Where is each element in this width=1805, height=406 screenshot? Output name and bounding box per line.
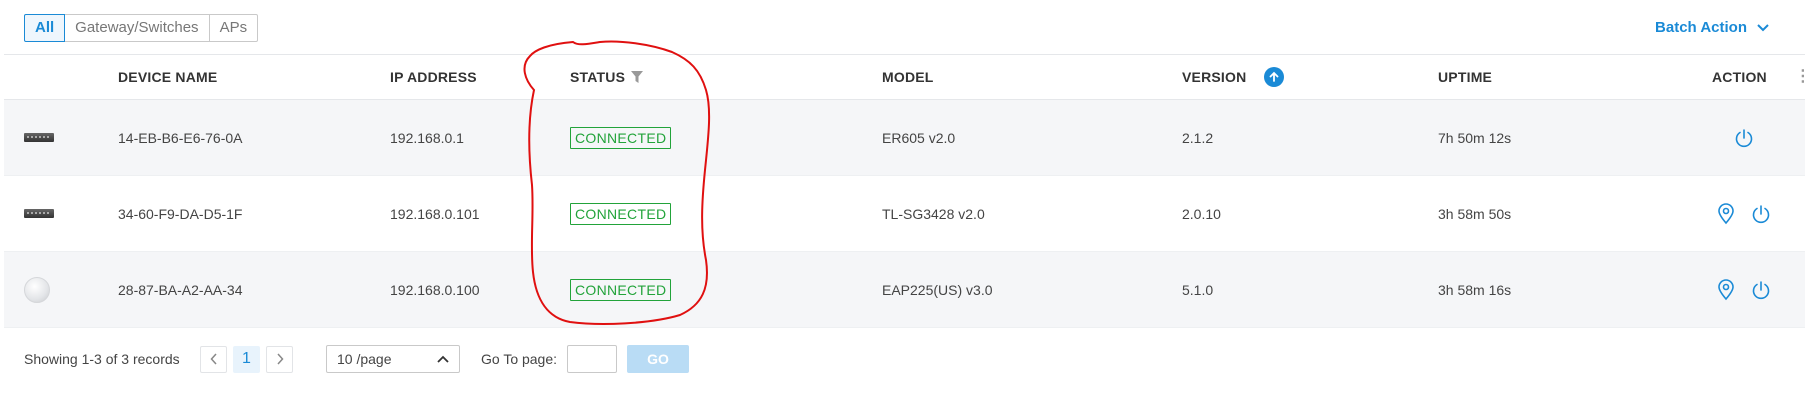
next-page-button[interactable] — [266, 345, 293, 373]
device-type-filter: All Gateway/Switches APs — [24, 14, 259, 42]
filter-tab-all[interactable]: All — [24, 14, 66, 42]
device-name: 28-87-BA-A2-AA-34 — [118, 281, 243, 298]
status-badge: CONNECTED — [570, 278, 672, 301]
model: TL-SG3428 v2.0 — [882, 205, 985, 222]
devices-panel: All Gateway/Switches APs Batch Action DE… — [0, 0, 1805, 406]
version: 2.1.2 — [1182, 129, 1214, 146]
uptime: 3h 58m 16s — [1438, 281, 1512, 298]
column-header-status-label: STATUS — [570, 69, 626, 85]
row-actions — [1694, 176, 1794, 251]
records-summary: Showing 1-3 of 3 records — [24, 351, 180, 367]
goto-page-input[interactable] — [567, 345, 617, 373]
column-header-version-label: VERSION — [1182, 69, 1247, 85]
batch-action-label: Batch Action — [1655, 19, 1747, 36]
ip-address: 192.168.0.100 — [390, 281, 480, 298]
model: ER605 v2.0 — [882, 129, 956, 146]
page-button-current[interactable]: 1 — [233, 345, 260, 373]
column-header-model[interactable]: MODEL — [882, 55, 934, 99]
sort-ascending-icon[interactable] — [1264, 67, 1285, 87]
locate-icon[interactable] — [1716, 278, 1736, 301]
status-cell: CONNECTED — [570, 252, 672, 327]
column-header-ip-address[interactable]: IP ADDRESS — [390, 55, 477, 99]
table-row[interactable]: 34-60-F9-DA-D5-1F 192.168.0.101 CONNECTE… — [4, 176, 1805, 252]
uptime: 3h 58m 50s — [1438, 205, 1512, 222]
chevron-right-icon — [276, 353, 284, 365]
uptime: 7h 50m 12s — [1438, 129, 1512, 146]
power-icon[interactable] — [1750, 203, 1772, 225]
column-header-status[interactable]: STATUS — [570, 55, 644, 99]
status-badge: CONNECTED — [570, 126, 672, 149]
pagination-bar: Showing 1-3 of 3 records 1 10 /page Go T… — [0, 330, 1805, 388]
previous-page-button[interactable] — [200, 345, 227, 373]
device-name: 34-60-F9-DA-D5-1F — [118, 205, 243, 222]
column-settings-kebab-icon[interactable]: ⋮ — [1795, 69, 1805, 85]
go-button[interactable]: GO — [627, 345, 689, 373]
devices-table: DEVICE NAME IP ADDRESS STATUS MODEL VERS… — [4, 54, 1805, 328]
table-header: DEVICE NAME IP ADDRESS STATUS MODEL VERS… — [4, 54, 1805, 100]
row-actions — [1694, 100, 1794, 175]
column-header-action: ACTION ⋮ — [1712, 55, 1805, 99]
ip-address: 192.168.0.1 — [390, 129, 464, 146]
batch-action-button[interactable]: Batch Action — [1655, 19, 1769, 36]
goto-page-label: Go To page: — [481, 351, 558, 367]
status-cell: CONNECTED — [570, 100, 672, 175]
ip-address: 192.168.0.101 — [390, 205, 480, 222]
filter-tab-aps[interactable]: APs — [208, 14, 259, 42]
version: 2.0.10 — [1182, 205, 1221, 222]
access-point-icon — [24, 252, 50, 327]
status-badge: CONNECTED — [570, 202, 672, 225]
column-header-action-label: ACTION — [1712, 69, 1767, 85]
filter-tab-gateway-switches[interactable]: Gateway/Switches — [64, 14, 210, 42]
switch-icon — [24, 176, 54, 251]
model: EAP225(US) v3.0 — [882, 281, 993, 298]
column-header-uptime[interactable]: UPTIME — [1438, 55, 1492, 99]
chevron-up-icon — [437, 355, 449, 363]
column-header-device-name[interactable]: DEVICE NAME — [118, 55, 217, 99]
column-header-version[interactable]: VERSION — [1182, 55, 1285, 99]
device-name: 14-EB-B6-E6-76-0A — [118, 129, 243, 146]
chevron-down-icon — [1757, 19, 1769, 36]
status-cell: CONNECTED — [570, 176, 672, 251]
locate-icon[interactable] — [1716, 202, 1736, 225]
page-size-value: 10 /page — [337, 351, 392, 367]
table-row[interactable]: 14-EB-B6-E6-76-0A 192.168.0.1 CONNECTED … — [4, 100, 1805, 176]
router-icon — [24, 100, 54, 175]
filter-funnel-icon[interactable] — [631, 71, 644, 83]
page-size-select[interactable]: 10 /page — [326, 345, 460, 373]
version: 5.1.0 — [1182, 281, 1214, 298]
table-row[interactable]: 28-87-BA-A2-AA-34 192.168.0.100 CONNECTE… — [4, 252, 1805, 328]
chevron-left-icon — [209, 353, 217, 365]
power-icon[interactable] — [1733, 127, 1755, 149]
row-actions — [1694, 252, 1794, 327]
power-icon[interactable] — [1750, 279, 1772, 301]
